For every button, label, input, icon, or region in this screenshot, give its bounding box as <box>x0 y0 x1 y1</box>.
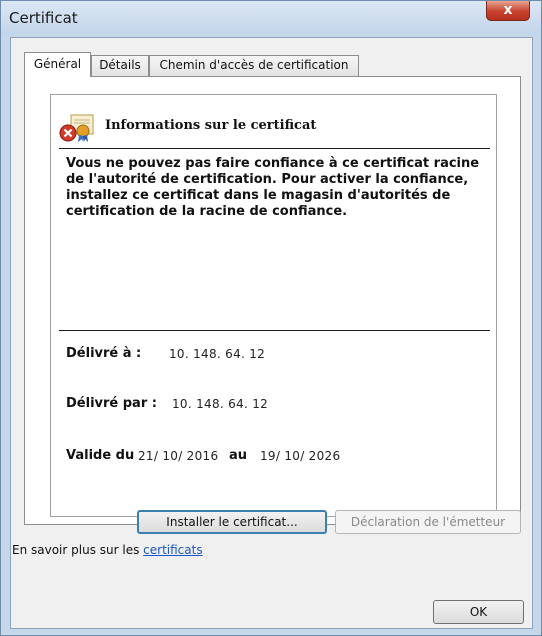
close-button[interactable]: x <box>486 1 530 21</box>
valid-from-value: 21/ 10/ 2016 <box>138 449 219 463</box>
certificates-link[interactable]: certificats <box>143 543 202 557</box>
learn-more-text: En savoir plus sur les <box>12 543 144 557</box>
dialog-body: Général Détails Chemin d'accès de certif… <box>10 37 533 629</box>
fields-divider <box>59 330 490 331</box>
issued-to-label: Délivré à : <box>66 346 142 361</box>
issuer-statement-button[interactable]: Déclaration de l'émetteur <box>335 510 521 534</box>
issued-by-label: Délivré par : <box>66 396 157 411</box>
issued-by-value: 10. 148. 64. 12 <box>172 397 269 411</box>
certificate-error-icon <box>59 114 94 142</box>
install-certificate-button[interactable]: Installer le certificat... <box>137 510 327 534</box>
tab-details[interactable]: Détails <box>91 55 149 76</box>
certificate-info-box: Informations sur le certificat Vous ne p… <box>50 94 497 517</box>
valid-to-label: au <box>229 448 248 463</box>
valid-to-value: 19/ 10/ 2026 <box>260 449 341 463</box>
learn-more-line: En savoir plus sur les certificats <box>12 543 203 557</box>
tab-general[interactable]: Général <box>24 52 91 77</box>
general-tab-panel: Informations sur le certificat Vous ne p… <box>24 76 521 525</box>
tab-certification-path[interactable]: Chemin d'accès de certification <box>149 55 359 76</box>
trust-warning-text: Vous ne pouvez pas faire confiance à ce … <box>66 156 480 219</box>
certificate-dialog: Certificat x Général Détails Chemin d'ac… <box>0 0 542 636</box>
certificate-info-heading: Informations sur le certificat <box>105 118 317 133</box>
valid-from-label: Valide du <box>66 448 135 463</box>
heading-divider <box>59 148 490 149</box>
ok-button[interactable]: OK <box>433 600 524 624</box>
issued-to-value: 10. 148. 64. 12 <box>169 347 266 361</box>
window-title: Certificat <box>9 9 78 27</box>
title-bar[interactable]: Certificat x <box>1 1 541 35</box>
